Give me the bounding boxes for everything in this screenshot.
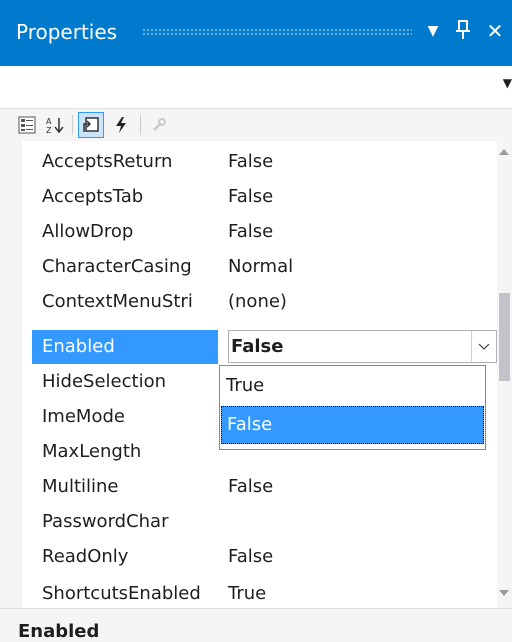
property-value[interactable]: False bbox=[228, 540, 273, 574]
scroll-down-icon[interactable] bbox=[499, 590, 509, 596]
window-menu-button[interactable]: ▼ bbox=[420, 16, 446, 46]
svg-text:A: A bbox=[46, 117, 52, 126]
property-row-multiline[interactable]: Multiline False bbox=[22, 470, 497, 504]
property-name: ImeMode bbox=[42, 406, 125, 427]
property-row-passwordchar[interactable]: PasswordChar bbox=[22, 505, 497, 539]
property-value[interactable]: True bbox=[228, 577, 266, 608]
close-button[interactable]: ✕ bbox=[482, 16, 508, 46]
property-row-readonly[interactable]: ReadOnly False bbox=[22, 540, 497, 574]
scroll-thumb[interactable] bbox=[499, 293, 510, 381]
property-value[interactable]: Normal bbox=[228, 250, 293, 284]
vertical-scrollbar[interactable] bbox=[497, 141, 512, 608]
pin-icon bbox=[456, 20, 470, 39]
toolbar-separator bbox=[72, 115, 73, 135]
chevron-down-icon[interactable]: ▼ bbox=[503, 76, 512, 90]
combobox-value[interactable]: False bbox=[231, 331, 283, 362]
scroll-up-icon[interactable] bbox=[499, 149, 509, 155]
property-value[interactable]: False bbox=[228, 180, 273, 214]
property-name: PasswordChar bbox=[42, 511, 169, 532]
property-row-acceptstab[interactable]: AcceptsTab False bbox=[22, 180, 497, 214]
svg-text:Z: Z bbox=[46, 126, 52, 134]
toolbar-separator bbox=[140, 115, 141, 135]
properties-icon bbox=[83, 117, 99, 132]
description-panel: Enabled bbox=[0, 608, 512, 642]
property-name: Multiline bbox=[42, 476, 119, 497]
property-name: Enabled bbox=[32, 330, 218, 364]
property-value[interactable]: (none) bbox=[228, 285, 287, 319]
dropdown-option-false[interactable]: False bbox=[221, 406, 484, 444]
property-row-allowdrop[interactable]: AllowDrop False bbox=[22, 215, 497, 249]
title-drag-grip[interactable] bbox=[142, 28, 412, 36]
enabled-value-combobox[interactable]: False bbox=[228, 330, 497, 363]
property-row-acceptsreturn[interactable]: AcceptsReturn False bbox=[22, 145, 497, 179]
pin-button[interactable] bbox=[450, 16, 476, 48]
panel-title: Properties bbox=[16, 20, 118, 44]
enabled-dropdown-list: True False bbox=[219, 365, 486, 450]
property-value[interactable]: False bbox=[228, 215, 273, 249]
wrench-icon bbox=[153, 118, 166, 131]
lightning-icon bbox=[116, 117, 126, 133]
property-value[interactable]: False bbox=[228, 470, 273, 504]
description-title: Enabled bbox=[18, 621, 100, 642]
property-name: MaxLength bbox=[42, 441, 142, 462]
dropdown-option-true[interactable]: True bbox=[221, 368, 484, 404]
property-row-shortcutsenabled[interactable]: ShortcutsEnabled True bbox=[22, 583, 497, 608]
property-name: HideSelection bbox=[42, 371, 166, 392]
chevron-down-icon bbox=[478, 343, 490, 350]
properties-button[interactable] bbox=[78, 112, 104, 138]
property-name: AcceptsTab bbox=[42, 186, 144, 207]
events-button[interactable] bbox=[108, 112, 134, 138]
property-name: CharacterCasing bbox=[42, 256, 192, 277]
property-pages-button[interactable] bbox=[146, 112, 172, 138]
object-selector[interactable]: ▼ bbox=[0, 66, 512, 109]
property-name: ContextMenuStri bbox=[42, 291, 193, 312]
title-bar: Properties ▼ ✕ bbox=[0, 0, 512, 66]
property-name: ShortcutsEnabled bbox=[42, 583, 201, 604]
property-name: AcceptsReturn bbox=[42, 151, 173, 172]
property-name: ReadOnly bbox=[42, 546, 129, 567]
property-value[interactable]: False bbox=[228, 145, 273, 179]
alphabetical-icon: A Z bbox=[46, 117, 64, 134]
property-row-charactercasing[interactable]: CharacterCasing Normal bbox=[22, 250, 497, 284]
categorized-button[interactable] bbox=[14, 112, 40, 138]
property-row-enabled[interactable]: Enabled False bbox=[22, 330, 497, 364]
property-row-contextmenustrip[interactable]: ContextMenuStri (none) bbox=[22, 285, 497, 319]
property-grid-gutter bbox=[0, 141, 22, 608]
alphabetical-button[interactable]: A Z bbox=[42, 112, 68, 138]
categorized-icon bbox=[18, 116, 36, 134]
properties-toolbar: A Z bbox=[0, 109, 512, 141]
combobox-dropdown-button[interactable] bbox=[471, 331, 496, 362]
property-name: AllowDrop bbox=[42, 221, 134, 242]
